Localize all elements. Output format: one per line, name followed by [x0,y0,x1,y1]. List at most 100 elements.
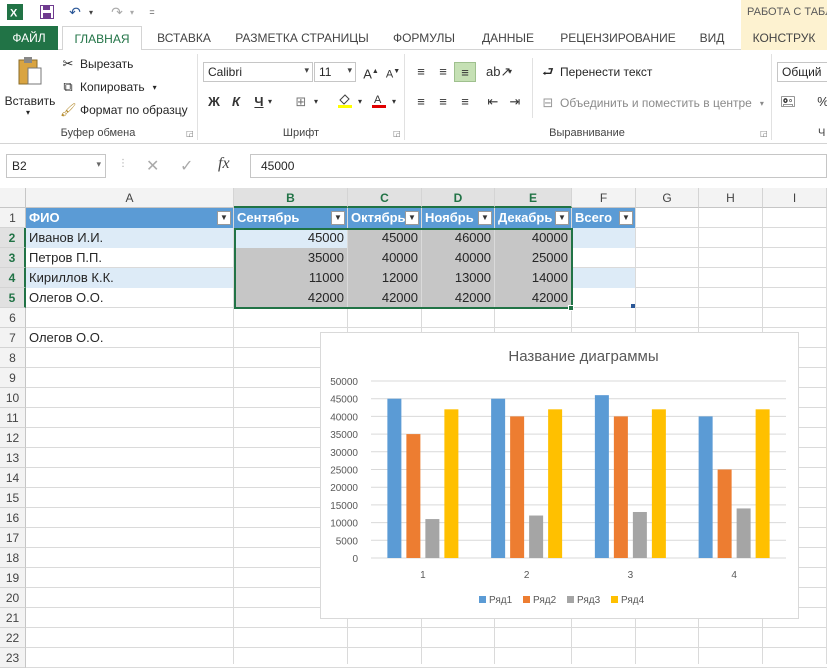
decrease-indent-icon[interactable]: ⇤ [482,92,504,112]
align-left-icon[interactable]: ≡ [410,92,432,112]
tab-insert[interactable]: ВСТАВКА [146,26,222,50]
dialog-launcher-icon[interactable]: ◲ [186,129,194,138]
row-header-21[interactable]: 21 [0,608,26,628]
row-header-3[interactable]: 3 [0,248,26,268]
borders-icon[interactable]: ⊞ [290,92,312,112]
percent-icon[interactable]: % [812,92,827,112]
enter-icon[interactable]: ✓ [180,156,193,176]
wrap-text-button[interactable]: ⮐ Перенести текст [540,64,652,80]
align-right-icon[interactable]: ≡ [454,92,476,112]
dialog-launcher-icon[interactable]: ◲ [760,129,768,138]
row-header-15[interactable]: 15 [0,488,26,508]
table-cell-name[interactable]: Кириллов К.К. [26,268,233,288]
table-cell-name[interactable]: Иванов И.И. [26,228,233,248]
redo-dropdown-icon[interactable]: ▾ [127,3,137,21]
row-header-16[interactable]: 16 [0,508,26,528]
copy-button[interactable]: ⧉ Копировать ▾ [60,79,156,95]
row-header-9[interactable]: 9 [0,368,26,388]
tab-home[interactable]: ГЛАВНАЯ [62,26,142,51]
row-header-5[interactable]: 5 [0,288,26,308]
column-header-e[interactable]: E [495,188,572,208]
row-header-13[interactable]: 13 [0,448,26,468]
fill-color-icon[interactable] [334,92,356,112]
font-size-combo[interactable]: 11 ▾ [314,62,356,82]
align-bottom-icon[interactable]: ≡ [454,62,476,82]
undo-icon[interactable]: ↶ [66,3,84,21]
tab-review[interactable]: РЕЦЕНЗИРОВАНИЕ [552,26,684,50]
filter-dropdown-icon[interactable]: ▼ [619,211,633,225]
bold-button[interactable]: Ж [203,92,225,112]
row-header-12[interactable]: 12 [0,428,26,448]
table-cell-name[interactable]: Олегов О.О. [26,288,233,308]
table-header-cell[interactable]: Октябрь ▼ [348,208,421,228]
italic-button[interactable]: К [225,92,247,112]
table-cell-total[interactable] [572,288,635,308]
increase-indent-icon[interactable]: ⇥ [504,92,526,112]
tab-view[interactable]: ВИД [690,26,734,50]
cancel-icon[interactable]: ✕ [146,156,159,176]
dialog-launcher-icon[interactable]: ◲ [393,129,401,138]
table-header-cell[interactable]: Ноябрь ▼ [422,208,494,228]
tab-page-layout[interactable]: РАЗМЕТКА СТРАНИЦЫ [228,26,376,50]
orientation-dropdown-icon[interactable]: ▾ [504,62,516,82]
insert-function-icon[interactable]: fx [218,155,230,173]
column-header-a[interactable]: A [26,188,234,208]
filter-dropdown-icon[interactable]: ▼ [478,211,492,225]
redo-icon[interactable]: ↷ [108,3,126,21]
filter-dropdown-icon[interactable]: ▼ [405,211,419,225]
row-header-8[interactable]: 8 [0,348,26,368]
name-box[interactable]: B2 ▾ [6,154,106,178]
select-all-corner[interactable] [0,188,26,208]
underline-dropdown-icon[interactable]: ▾ [264,92,276,112]
table-cell-total[interactable] [572,268,635,288]
tab-design[interactable]: КОНСТРУК [741,26,827,50]
column-header-h[interactable]: H [699,188,763,208]
format-painter-button[interactable]: 🖌 Формат по образцу [60,102,188,118]
formula-input[interactable]: 45000 [250,154,827,178]
undo-dropdown-icon[interactable]: ▾ [86,3,96,21]
align-middle-icon[interactable]: ≡ [432,62,454,82]
align-center-icon[interactable]: ≡ [432,92,454,112]
paste-button[interactable]: Вставить ▾ [4,54,56,118]
row-header-6[interactable]: 6 [0,308,26,328]
tab-data[interactable]: ДАННЫЕ [472,26,544,50]
borders-dropdown-icon[interactable]: ▾ [310,92,322,112]
column-header-c[interactable]: C [348,188,422,208]
currency-icon[interactable]: 🖭 [777,92,799,112]
shrink-font-icon[interactable]: A▼ [382,62,404,82]
grow-font-icon[interactable]: A▲ [360,62,382,82]
chart[interactable]: Название диаграммы 0 5000 10000 15000 20000 25… [320,332,799,619]
filter-dropdown-icon[interactable]: ▼ [217,211,231,225]
font-color-icon[interactable]: A [368,92,390,112]
row-header-10[interactable]: 10 [0,388,26,408]
row-header-23[interactable]: 23 [0,648,26,668]
filter-dropdown-icon[interactable]: ▼ [555,211,569,225]
merge-center-button[interactable]: ⊟ Объединить и поместить в центре ▾ [540,95,764,111]
cell-a7[interactable]: Олегов О.О. [26,328,233,348]
row-header-2[interactable]: 2 [0,228,26,248]
table-header-cell[interactable]: ФИО ▼ [26,208,233,228]
column-header-f[interactable]: F [572,188,636,208]
tab-file[interactable]: ФАЙЛ [0,26,58,50]
row-header-14[interactable]: 14 [0,468,26,488]
table-cell-total[interactable] [572,228,635,248]
align-top-icon[interactable]: ≡ [410,62,432,82]
row-header-11[interactable]: 11 [0,408,26,428]
column-header-g[interactable]: G [636,188,699,208]
row-header-22[interactable]: 22 [0,628,26,648]
font-color-dropdown-icon[interactable]: ▾ [388,92,400,112]
table-cell-total[interactable] [572,248,635,268]
tab-formulas[interactable]: ФОРМУЛЫ [384,26,464,50]
font-name-combo[interactable]: Calibri ▾ [203,62,313,82]
table-cell-name[interactable]: Петров П.П. [26,248,233,268]
row-header-20[interactable]: 20 [0,588,26,608]
row-header-1[interactable]: 1 [0,208,26,228]
customize-qat-icon[interactable]: = [146,3,158,21]
filter-dropdown-icon[interactable]: ▼ [331,211,345,225]
row-header-4[interactable]: 4 [0,268,26,288]
row-header-17[interactable]: 17 [0,528,26,548]
column-header-b[interactable]: B [234,188,348,208]
table-header-cell[interactable]: Всего ▼ [572,208,635,228]
row-header-19[interactable]: 19 [0,568,26,588]
fill-handle[interactable] [568,305,574,311]
